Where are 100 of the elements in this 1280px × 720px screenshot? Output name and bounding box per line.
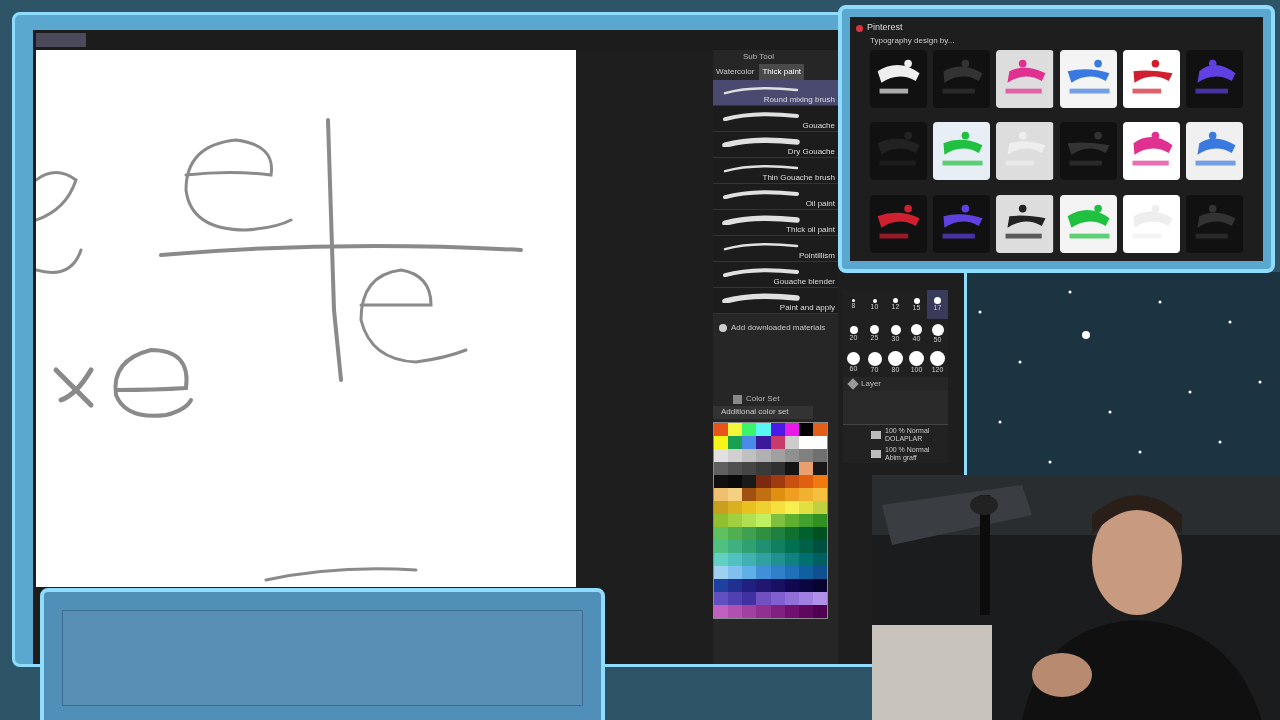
brush-stroke-icon [721,137,801,147]
canvas-sketch-drawing[interactable] [36,50,576,587]
color-swatch[interactable] [742,462,757,475]
brush-item[interactable]: Pointillism [713,236,838,262]
color-swatch[interactable] [714,553,729,566]
color-swatch[interactable] [742,527,757,540]
color-swatch[interactable] [756,579,771,592]
panel-title: Sub Tool [743,51,774,63]
color-swatch[interactable] [728,436,743,449]
color-swatch[interactable] [756,592,771,605]
color-swatch[interactable] [756,423,771,436]
color-swatch[interactable] [742,423,757,436]
brush-stroke-icon [721,163,801,173]
color-swatch[interactable] [756,488,771,501]
color-swatch[interactable] [756,462,771,475]
brush-item[interactable]: Oil paint [713,184,838,210]
color-swatch[interactable] [728,527,743,540]
brush-name: Gouache [802,121,835,131]
color-swatch[interactable] [756,566,771,579]
brush-stroke-icon [721,267,801,277]
app-name: Pinterest [867,21,903,35]
brush-name: Gouache blender [773,277,835,287]
color-swatch[interactable] [728,423,743,436]
color-set-icon [733,394,742,404]
color-set-dropdown[interactable]: Additional color set [713,406,813,419]
color-swatch[interactable] [728,566,743,579]
color-swatch[interactable] [714,592,729,605]
color-swatch[interactable] [756,527,771,540]
brush-item[interactable]: Dry Gouache [713,132,838,158]
color-swatch[interactable] [756,514,771,527]
brush-stroke-icon [721,215,801,225]
layer-icon [847,378,859,390]
brush-item[interactable]: Round mixing brush [713,80,838,106]
color-swatch[interactable] [728,462,743,475]
document-tab[interactable] [36,33,86,47]
brush-name: Round mixing brush [763,95,835,105]
color-swatch[interactable] [742,475,757,488]
color-swatch[interactable] [714,462,729,475]
color-swatch[interactable] [728,579,743,592]
brush-item[interactable]: Paint and apply [713,288,838,314]
color-swatch[interactable] [714,449,729,462]
color-swatch[interactable] [742,553,757,566]
brush-stroke-icon [721,189,801,199]
color-swatch[interactable] [714,501,729,514]
pinterest-logo-icon [856,24,863,32]
color-swatch[interactable] [728,553,743,566]
color-swatch[interactable] [714,475,729,488]
color-swatch[interactable] [756,436,771,449]
color-swatch[interactable] [728,475,743,488]
color-swatch[interactable] [714,566,729,579]
color-swatch[interactable] [714,579,729,592]
color-swatch[interactable] [728,488,743,501]
brush-name: Oil paint [805,199,835,209]
brush-name: Thick oil paint [786,225,835,235]
color-swatch[interactable] [756,605,771,618]
color-swatch[interactable] [714,540,729,553]
brush-item[interactable]: Thick oil paint [713,210,838,236]
color-swatch[interactable] [742,540,757,553]
color-swatch[interactable] [742,436,757,449]
sub-tool-tab[interactable]: Thick paint [759,64,805,80]
color-swatch[interactable] [742,514,757,527]
color-swatch[interactable] [714,605,729,618]
color-swatch[interactable] [714,514,729,527]
brush-item[interactable]: Gouache blender [713,262,838,288]
brush-name: Paint and apply [779,303,835,313]
color-swatch[interactable] [714,488,729,501]
add-materials-link[interactable]: Add downloaded materials [731,322,826,334]
color-swatch[interactable] [728,514,743,527]
color-swatch[interactable] [742,592,757,605]
brush-name: Thin Gouache brush [762,173,835,183]
color-swatch[interactable] [756,553,771,566]
color-swatch[interactable] [742,501,757,514]
color-swatch[interactable] [714,436,729,449]
color-swatch[interactable] [756,501,771,514]
color-swatch[interactable] [728,449,743,462]
color-swatch[interactable] [742,605,757,618]
add-icon[interactable] [719,324,727,332]
brush-name: Dry Gouache [787,147,835,157]
brush-item[interactable]: Thin Gouache brush [713,158,838,184]
color-swatch[interactable] [728,592,743,605]
color-swatch[interactable] [756,540,771,553]
color-swatch[interactable] [742,449,757,462]
color-swatch[interactable] [728,605,743,618]
color-swatch[interactable] [742,579,757,592]
color-swatch[interactable] [728,501,743,514]
color-swatch[interactable] [714,423,729,436]
color-swatch[interactable] [742,488,757,501]
color-swatch[interactable] [728,540,743,553]
color-swatch[interactable] [714,527,729,540]
brush-stroke-icon [721,293,801,303]
color-swatch[interactable] [756,449,771,462]
pin-caption: Typography design by... [870,35,955,47]
brush-stroke-icon [721,111,801,121]
brush-name: Pointillism [799,251,835,261]
brush-stroke-icon [721,85,801,95]
color-swatch[interactable] [756,475,771,488]
panel-title: Color Set [746,393,780,405]
brush-item[interactable]: Gouache [713,106,838,132]
color-swatch[interactable] [742,566,757,579]
panel-title: Layer [861,378,881,390]
